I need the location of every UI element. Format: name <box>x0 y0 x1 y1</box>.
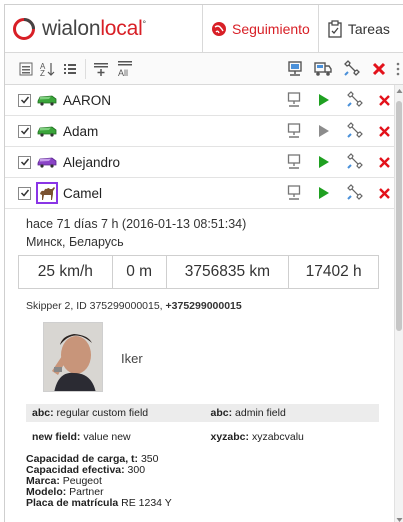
unit-row[interactable]: Alejandro <box>5 147 403 178</box>
camel-icon[interactable] <box>36 182 58 204</box>
group-add-icon[interactable] <box>90 58 112 80</box>
custom-field-row: new field: value new xyzabc: xyzabcvalu <box>26 428 379 446</box>
unit-checkbox[interactable] <box>18 186 31 200</box>
cf-value: regular custom field <box>56 407 149 419</box>
cf-value: value new <box>83 431 131 443</box>
play-icon[interactable] <box>311 85 337 115</box>
toolbar-divider <box>85 58 86 79</box>
logo-text-2: local <box>100 16 143 40</box>
play-icon[interactable] <box>311 116 337 146</box>
stat-engine-hours: 17402 h <box>305 263 362 280</box>
delete-icon[interactable] <box>365 58 393 80</box>
unit-name[interactable]: Adam <box>63 124 98 139</box>
globe-icon <box>211 21 227 37</box>
wrench-icon[interactable] <box>341 85 367 115</box>
svg-text:All: All <box>118 68 128 78</box>
list-toggle-icon[interactable] <box>15 58 37 80</box>
sort-az-icon[interactable]: AZ <box>37 58 59 80</box>
show-all-icon[interactable]: All <box>112 58 138 80</box>
cf-key: abc: <box>210 407 233 419</box>
tab-seguimiento[interactable]: Seguimiento <box>203 5 319 52</box>
unit-name[interactable]: Alejandro <box>63 155 120 170</box>
wrench-icon[interactable] <box>341 147 367 177</box>
logo[interactable]: wialonlocal° <box>5 5 203 52</box>
unit-name[interactable]: AARON <box>63 93 111 108</box>
clipboard-icon <box>327 19 343 38</box>
monitor-icon[interactable] <box>281 85 307 115</box>
more-icon[interactable] <box>393 58 403 80</box>
unit-checkbox[interactable] <box>18 155 31 169</box>
monitor-icon[interactable] <box>281 58 309 80</box>
cf-value: admin field <box>235 407 286 419</box>
checkmark-icon <box>20 189 29 197</box>
unit-actions <box>281 116 401 146</box>
monitor-icon[interactable] <box>281 178 307 208</box>
truck-icon[interactable] <box>309 58 337 80</box>
cf-value: xyzabcvalu <box>251 431 304 443</box>
list-icon[interactable] <box>59 58 81 80</box>
prop-value: RE 1234 Y <box>121 497 172 509</box>
scroll-down-icon[interactable] <box>396 516 403 522</box>
custom-field-row: abc: regular custom field abc: admin fie… <box>26 404 379 422</box>
top-bar: wialonlocal° Seguimiento Tareas <box>5 5 403 53</box>
scroll-up-icon[interactable] <box>396 87 403 95</box>
location-address: Минск, Беларусь <box>26 235 124 249</box>
vehicle-properties: Capacidad de carga, t: 350 Capacidad efe… <box>26 454 172 509</box>
cf-key: abc: <box>32 407 54 419</box>
checkmark-icon <box>20 96 29 104</box>
unit-row[interactable]: Adam <box>5 116 403 147</box>
unit-actions <box>281 147 401 177</box>
car-green-icon[interactable] <box>36 120 58 142</box>
driver-photo <box>43 322 103 392</box>
prop-key: Placa de matrícula <box>26 497 119 509</box>
cf-key: xyzabc: <box>210 431 250 443</box>
monitor-icon[interactable] <box>281 147 307 177</box>
tab-seguimiento-label: Seguimiento <box>232 20 310 37</box>
scrollbar[interactable] <box>394 85 403 522</box>
device-info: Skipper 2, ID 375299000015, +37529900001… <box>26 300 242 312</box>
logo-ring-icon <box>13 17 35 40</box>
scrollbar-thumb[interactable] <box>396 101 402 331</box>
wrench-icon[interactable] <box>337 58 365 80</box>
device-phone: +375299000015 <box>165 300 242 312</box>
units-toolbar: AZ All <box>5 53 403 85</box>
stats-bar: 25 km/h 0 m 3756835 km 17402 h <box>18 255 379 289</box>
car-green-icon[interactable] <box>36 89 58 111</box>
driver-name: Iker <box>121 351 143 366</box>
car-purple-icon[interactable] <box>36 151 58 173</box>
driver-portrait-image <box>44 323 102 391</box>
checkmark-icon <box>20 158 29 166</box>
cf-key: new field: <box>32 431 81 443</box>
monitor-icon[interactable] <box>281 116 307 146</box>
stat-mileage: 3756835 km <box>167 256 290 288</box>
tab-tareas[interactable]: Tareas <box>319 5 398 52</box>
app-window: wialonlocal° Seguimiento Tareas AZ All A… <box>4 4 403 522</box>
play-icon[interactable] <box>311 178 337 208</box>
wrench-icon[interactable] <box>341 178 367 208</box>
play-icon[interactable] <box>311 147 337 177</box>
wrench-icon[interactable] <box>341 116 367 146</box>
property-line: Placa de matrícula RE 1234 Y <box>26 498 172 509</box>
stat-altitude: 0 m <box>113 256 167 288</box>
logo-text: wialonlocal° <box>42 16 146 40</box>
unit-actions <box>281 178 401 208</box>
checkmark-icon <box>20 127 29 135</box>
svg-text:Z: Z <box>40 69 45 77</box>
tab-tareas-label: Tareas <box>347 20 390 37</box>
last-message-time: hace 71 días 7 h (2016-01-13 08:51:34) <box>26 217 247 231</box>
unit-row[interactable]: AARON <box>5 85 403 116</box>
prop-value: 300 <box>127 464 146 476</box>
device-id-text: Skipper 2, ID 375299000015, <box>26 300 166 312</box>
units-list: AARON Adam Alejandro Camel <box>5 85 403 209</box>
logo-text-1: wialon <box>42 16 101 40</box>
unit-checkbox[interactable] <box>18 93 31 107</box>
unit-actions <box>281 85 401 115</box>
unit-name[interactable]: Camel <box>63 186 102 201</box>
unit-row[interactable]: Camel <box>5 178 403 209</box>
unit-checkbox[interactable] <box>18 124 31 138</box>
stat-speed: 25 km/h <box>19 256 113 288</box>
